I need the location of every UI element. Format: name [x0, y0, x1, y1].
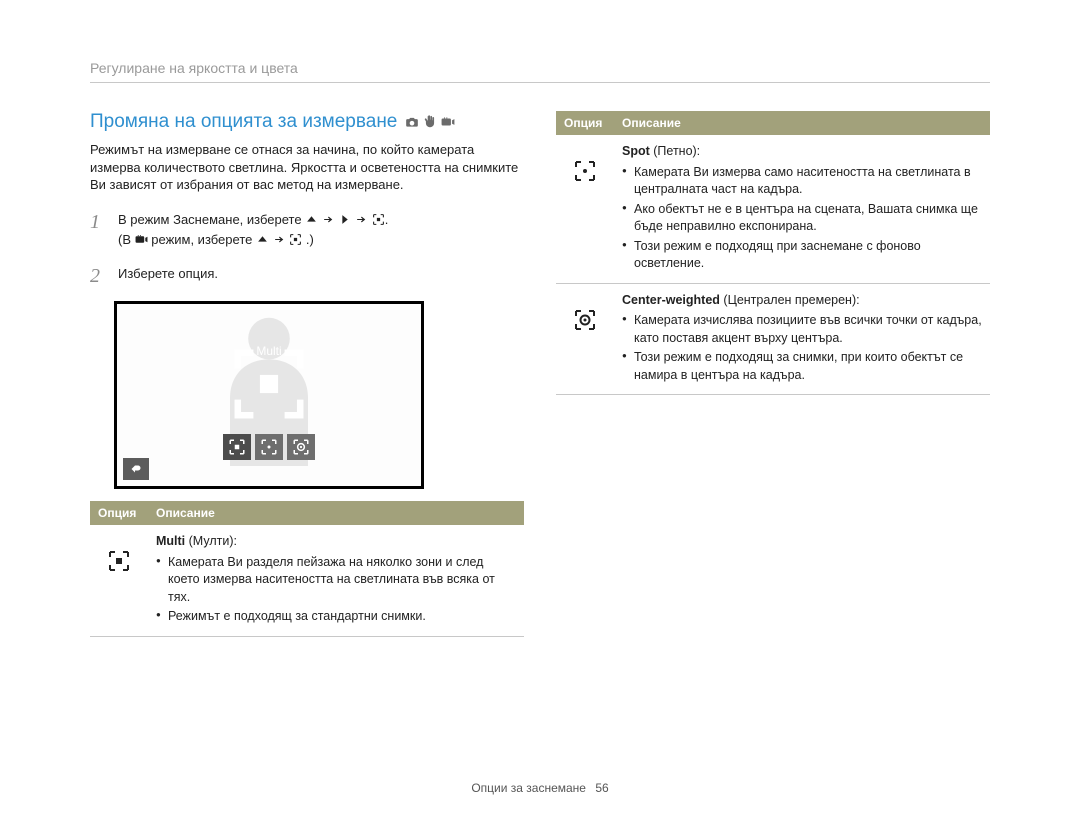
up-icon [305, 213, 318, 232]
option-multi-tile[interactable] [223, 434, 251, 460]
multi-icon [289, 233, 302, 252]
footer-text: Опции за заснемане [471, 781, 586, 795]
table-row: Spot (Петно): Камерата Ви измерва само н… [556, 135, 990, 283]
bullet: Ако обектът не е в центъра на сцената, В… [622, 201, 982, 236]
option-title-rest: (Петно): [650, 144, 700, 158]
step-number: 2 [90, 262, 108, 291]
hand-icon [423, 115, 437, 129]
option-title-rest: (Централен премерен): [720, 293, 860, 307]
center-weighted-icon [571, 308, 599, 332]
bullet: Този режим е подходящ за снимки, при кои… [622, 349, 982, 384]
arrow-next-icon [355, 213, 368, 232]
breadcrumb: Регулиране на яркостта и цвета [90, 60, 990, 83]
step-1: 1 В режим Заснемане, изберете . (В режим… [90, 208, 524, 253]
video-icon [441, 115, 455, 129]
step-1-text-b: (В [118, 232, 135, 247]
table-row: Multi (Мулти): Камерата Ви разделя пейза… [90, 525, 524, 636]
col-option: Опция [556, 111, 614, 135]
option-title: Spot [622, 144, 650, 158]
option-title: Center-weighted [622, 293, 720, 307]
option-title-rest: (Мулти): [185, 534, 237, 548]
step-2-text: Изберете опция. [118, 262, 524, 291]
page-footer: Опции за заснемане 56 [0, 781, 1080, 795]
option-center-tile[interactable] [287, 434, 315, 460]
arrow-next-icon [322, 213, 335, 232]
spot-icon [571, 159, 599, 183]
step-2: 2 Изберете опция. [90, 262, 524, 291]
bullet: Камерата Ви измерва само наситеността на… [622, 164, 982, 199]
col-option: Опция [90, 501, 148, 525]
options-table-right: Опция Описание Spot (Петно): Камерата Ви… [556, 111, 990, 395]
step-1-text-a: В режим Заснемане, изберете [118, 212, 305, 227]
table-row: Center-weighted (Централен премерен): Ка… [556, 283, 990, 395]
option-title: Multi [156, 534, 185, 548]
bullet: Този режим е подходящ при заснемане с фо… [622, 238, 982, 273]
multi-icon [105, 549, 133, 573]
col-description: Описание [148, 501, 524, 525]
bullet: Камерата изчислява позициите във всички … [622, 312, 982, 347]
section-title: Промяна на опцията за измерване [90, 111, 524, 133]
step-number: 1 [90, 208, 108, 253]
video-icon [135, 233, 148, 252]
bullet: Режимът е подходящ за стандартни снимки. [156, 608, 516, 626]
intro-text: Режимът на измерване се отнася за начина… [90, 141, 524, 194]
arrow-next-icon [273, 233, 286, 252]
page-number: 56 [595, 781, 608, 795]
step-1-text-d: .) [306, 232, 314, 247]
up-icon [256, 233, 269, 252]
step-1-text-c: режим, изберете [151, 232, 256, 247]
right-icon [338, 213, 351, 232]
option-spot-tile[interactable] [255, 434, 283, 460]
col-description: Описание [614, 111, 990, 135]
camera-icon [405, 115, 419, 129]
options-table-left: Опция Описание Multi (Мулти): Камерата В… [90, 501, 524, 637]
section-title-text: Промяна на опцията за измерване [90, 111, 397, 133]
back-button[interactable] [123, 458, 149, 480]
multi-icon [372, 213, 385, 232]
bullet: Камерата Ви разделя пейзажа на няколко з… [156, 554, 516, 607]
camera-screenshot: Multi [114, 301, 424, 489]
mode-label: Multi [256, 344, 281, 358]
